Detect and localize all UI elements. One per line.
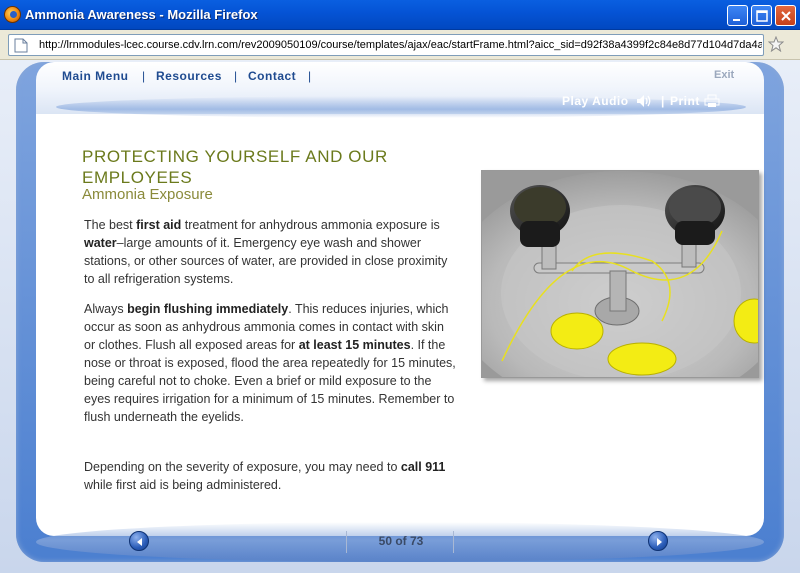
nav-separator: |: [308, 69, 312, 83]
exit-link[interactable]: Exit: [714, 69, 734, 81]
minimize-icon: [733, 19, 740, 21]
page-counter-box: 50 of 73: [346, 531, 454, 553]
url-bar[interactable]: http://lrnmodules-lcec.course.cdv.lrn.co…: [8, 34, 764, 56]
window-titlebar: Ammonia Awareness - Mozilla Firefox: [0, 0, 800, 30]
maximize-button[interactable]: [751, 5, 772, 26]
close-button[interactable]: [775, 5, 796, 26]
nav-separator: |: [234, 69, 238, 83]
nav-separator: |: [142, 69, 146, 83]
arrow-right-icon: [657, 538, 662, 546]
url-text: http://lrnmodules-lcec.course.cdv.lrn.co…: [39, 39, 762, 51]
contact-link[interactable]: Contact: [248, 69, 296, 83]
arrow-left-icon: [137, 538, 142, 546]
paragraph-flushing: Always begin flushing immediately. This …: [84, 302, 456, 424]
previous-page-button[interactable]: [129, 531, 149, 551]
printer-icon[interactable]: [704, 94, 720, 108]
page-subtitle: Ammonia Exposure: [82, 186, 213, 203]
page-title: PROTECTING YOURSELF AND OUR EMPLOYEES: [82, 147, 388, 187]
paragraph-call-911: Depending on the severity of exposure, y…: [84, 460, 446, 492]
minimize-button[interactable]: [727, 5, 748, 26]
paragraph-first-aid: The best first aid treatment for anhydro…: [84, 218, 448, 286]
play-audio-link[interactable]: Play Audio: [562, 94, 629, 108]
window-title: Ammonia Awareness - Mozilla Firefox: [25, 7, 258, 22]
page-icon: [14, 38, 28, 53]
next-page-button[interactable]: [648, 531, 668, 551]
course-stage: Main Menu | Resources | Contact | Exit P…: [0, 60, 800, 573]
bottom-navigation: 50 of 73: [36, 514, 764, 566]
eyewash-station-photo: [481, 170, 759, 378]
bookmark-star-icon[interactable]: [768, 36, 784, 52]
main-menu-link[interactable]: Main Menu: [62, 69, 129, 83]
speaker-icon[interactable]: [636, 94, 654, 108]
print-link[interactable]: Print: [670, 94, 700, 108]
maximize-icon: [756, 10, 768, 22]
util-separator: |: [661, 94, 665, 108]
resources-link[interactable]: Resources: [156, 69, 222, 83]
browser-navbar: http://lrnmodules-lcec.course.cdv.lrn.co…: [0, 30, 800, 60]
page-counter: 50 of 73: [378, 534, 424, 548]
firefox-icon: [4, 6, 21, 23]
close-icon: [781, 11, 791, 21]
